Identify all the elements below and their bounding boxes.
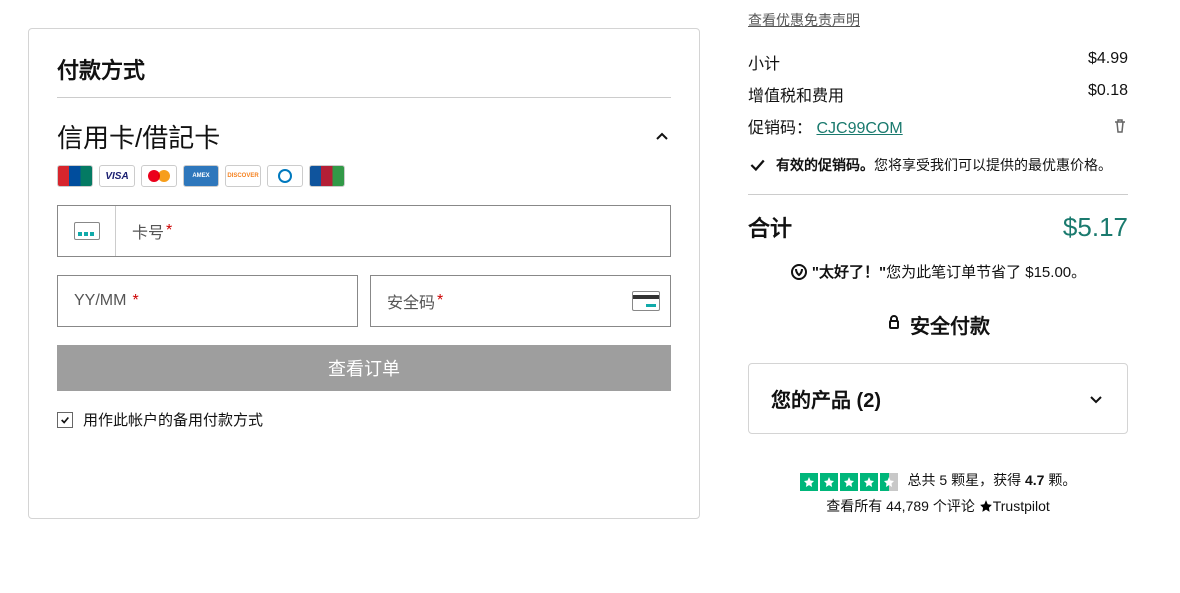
promo-label: 促销码：	[748, 120, 812, 137]
savings-message: "太好了！"您为此笔订单节省了 $15.00。	[748, 261, 1128, 282]
celebrate-icon	[790, 263, 808, 281]
expiry-field[interactable]: YY/MM *	[57, 275, 358, 327]
order-summary: 查看优惠免责声明 小计 $4.99 增值税和费用 $0.18 促销码： CJC9…	[748, 0, 1128, 519]
card-logos: VISA AMEX DISCOVER	[57, 165, 671, 187]
tp-rating: 4.7	[1025, 472, 1044, 488]
review-order-button[interactable]: 查看订单	[57, 345, 671, 391]
tp-reviews-prefix: 查看所有	[826, 498, 886, 514]
tp-brand: Trustpilot	[993, 498, 1050, 514]
discover-icon: DISCOVER	[225, 165, 261, 187]
jcb-icon	[309, 165, 345, 187]
promo-valid-prefix: 有效的促销码。	[776, 157, 874, 173]
promo-valid-rest: 您将享受我们可以提供的最优惠价格。	[874, 157, 1112, 173]
tax-label: 增值税和费用	[748, 82, 844, 106]
card-section-title: 信用卡/借記卡	[57, 118, 220, 155]
cvv-icon	[632, 291, 660, 311]
secure-payment-row: 安全付款	[748, 310, 1128, 339]
subtotal-label: 小计	[748, 50, 780, 74]
promo-valid-message: 有效的促销码。您将享受我们可以提供的最优惠价格。	[748, 154, 1128, 176]
tp-summary-suffix: 颗。	[1044, 472, 1076, 488]
visa-icon: VISA	[99, 165, 135, 187]
secure-label: 安全付款	[910, 310, 990, 339]
backup-label: 用作此帐户的备用付款方式	[83, 409, 263, 430]
payment-panel: 付款方式 信用卡/借記卡 VISA AMEX DISCOVER 卡号*	[28, 28, 700, 519]
disclosure-link[interactable]: 查看优惠免责声明	[748, 10, 1128, 30]
star-icon	[840, 473, 858, 491]
savings-prefix: "太好了！"	[812, 264, 886, 281]
savings-rest: 您为此笔订单节省了 $15.00。	[886, 264, 1086, 281]
backup-checkbox[interactable]	[57, 412, 73, 428]
total-row: 合计 $5.17	[748, 211, 1128, 243]
unionpay-icon	[57, 165, 93, 187]
star-icon	[860, 473, 878, 491]
payment-title: 付款方式	[57, 53, 671, 85]
divider	[57, 97, 671, 98]
chevron-up-icon[interactable]	[653, 128, 671, 146]
backup-payment-row: 用作此帐户的备用付款方式	[57, 409, 671, 430]
lock-icon	[886, 313, 902, 336]
chevron-down-icon	[1087, 390, 1105, 408]
promo-code-link[interactable]: CJC99COM	[816, 120, 902, 137]
card-section-header[interactable]: 信用卡/借記卡	[57, 118, 671, 155]
star-icon	[820, 473, 838, 491]
card-number-label: 卡号	[132, 219, 164, 243]
star-icon	[800, 473, 818, 491]
cvv-field[interactable]: 安全码*	[370, 275, 671, 327]
tp-summary-text: 总共 5 颗星，获得	[908, 472, 1025, 488]
tax-value: $0.18	[1088, 82, 1128, 106]
promo-row: 促销码： CJC99COM	[748, 110, 1128, 142]
subtotal-row: 小计 $4.99	[748, 46, 1128, 78]
tp-reviews-suffix: 个评论	[929, 498, 975, 514]
tax-row: 增值税和费用 $0.18	[748, 78, 1128, 110]
card-icon	[58, 206, 116, 256]
amex-icon: AMEX	[183, 165, 219, 187]
total-label: 合计	[748, 211, 792, 243]
card-number-field[interactable]: 卡号*	[57, 205, 671, 257]
divider	[748, 194, 1128, 195]
total-amount: $5.17	[1063, 212, 1128, 243]
trash-icon[interactable]	[1112, 118, 1128, 134]
check-icon	[748, 156, 766, 174]
diners-icon	[267, 165, 303, 187]
trustpilot-widget[interactable]: 总共 5 颗星，获得 4.7 颗。 查看所有 44,789 个评论 Trustp…	[748, 468, 1128, 519]
expiry-placeholder: YY/MM	[74, 292, 126, 310]
mastercard-icon	[141, 165, 177, 187]
star-half-icon	[880, 473, 898, 491]
products-accordion[interactable]: 您的产品 (2)	[748, 363, 1128, 434]
products-title: 您的产品 (2)	[771, 384, 881, 413]
trustpilot-logo-icon	[979, 494, 993, 519]
cvv-label: 安全码	[387, 289, 435, 313]
tp-reviews-count: 44,789	[886, 498, 929, 514]
trustpilot-stars	[800, 473, 898, 491]
subtotal-value: $4.99	[1088, 50, 1128, 74]
